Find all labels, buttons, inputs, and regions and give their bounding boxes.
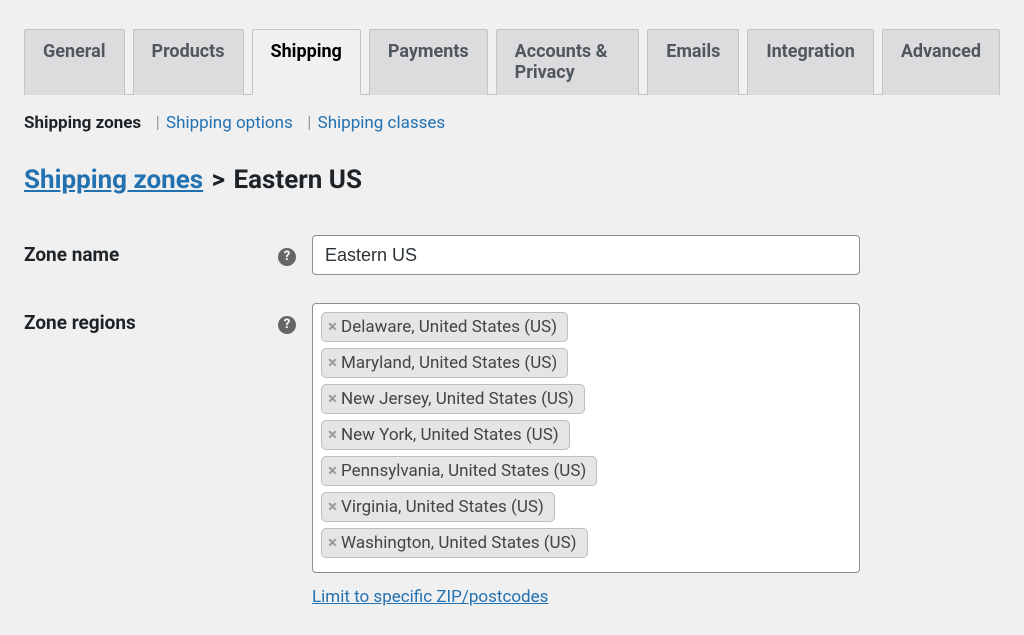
region-tag-label: Maryland, United States (US) <box>341 353 557 373</box>
breadcrumb-separator: > <box>210 165 227 195</box>
tab-payments[interactable]: Payments <box>369 29 488 95</box>
breadcrumb: Shipping zones > Eastern US <box>24 165 1000 195</box>
tab-products[interactable]: Products <box>133 29 244 95</box>
region-tag[interactable]: ×Washington, United States (US) <box>321 528 588 558</box>
tab-advanced[interactable]: Advanced <box>882 29 1000 95</box>
zone-name-label: Zone name <box>24 235 278 303</box>
zone-regions-input[interactable]: ×Delaware, United States (US) ×Maryland,… <box>312 303 860 573</box>
remove-icon[interactable]: × <box>328 463 337 480</box>
tab-shipping[interactable]: Shipping <box>252 29 361 95</box>
tab-integration[interactable]: Integration <box>747 29 874 95</box>
remove-icon[interactable]: × <box>328 427 337 444</box>
settings-tabs: General Products Shipping Payments Accou… <box>24 0 1000 95</box>
remove-icon[interactable]: × <box>328 535 337 552</box>
help-icon[interactable]: ? <box>278 248 296 266</box>
separator: | <box>297 113 313 133</box>
region-tag-label: Virginia, United States (US) <box>341 497 544 517</box>
tab-accounts-privacy[interactable]: Accounts & Privacy <box>496 29 640 95</box>
region-tag-label: Washington, United States (US) <box>341 533 577 553</box>
region-tag[interactable]: ×New Jersey, United States (US) <box>321 384 585 414</box>
region-tag[interactable]: ×Delaware, United States (US) <box>321 312 568 342</box>
region-tag-label: Pennsylvania, United States (US) <box>341 461 586 481</box>
region-tag-label: New York, United States (US) <box>341 425 559 445</box>
help-icon[interactable]: ? <box>278 316 296 334</box>
remove-icon[interactable]: × <box>328 319 337 336</box>
breadcrumb-root-link[interactable]: Shipping zones <box>24 165 203 195</box>
separator: | <box>145 113 161 133</box>
zone-regions-label: Zone regions <box>24 303 278 635</box>
region-tag[interactable]: ×Maryland, United States (US) <box>321 348 568 378</box>
zone-name-input[interactable] <box>312 235 860 275</box>
subnav-shipping-classes[interactable]: Shipping classes <box>318 113 446 133</box>
limit-postcodes-link[interactable]: Limit to specific ZIP/postcodes <box>312 587 548 607</box>
region-tag[interactable]: ×Virginia, United States (US) <box>321 492 555 522</box>
region-tag[interactable]: ×Pennsylvania, United States (US) <box>321 456 597 486</box>
region-tag-label: Delaware, United States (US) <box>341 317 557 337</box>
remove-icon[interactable]: × <box>328 391 337 408</box>
subnav-shipping-options[interactable]: Shipping options <box>166 113 293 133</box>
remove-icon[interactable]: × <box>328 499 337 516</box>
shipping-subnav: Shipping zones | Shipping options | Ship… <box>24 95 1000 133</box>
tab-general[interactable]: General <box>24 29 125 95</box>
remove-icon[interactable]: × <box>328 355 337 372</box>
region-tag[interactable]: ×New York, United States (US) <box>321 420 570 450</box>
tab-emails[interactable]: Emails <box>647 29 739 95</box>
region-tag-label: New Jersey, United States (US) <box>341 389 574 409</box>
breadcrumb-current: Eastern US <box>234 165 362 195</box>
subnav-shipping-zones[interactable]: Shipping zones <box>24 113 141 133</box>
